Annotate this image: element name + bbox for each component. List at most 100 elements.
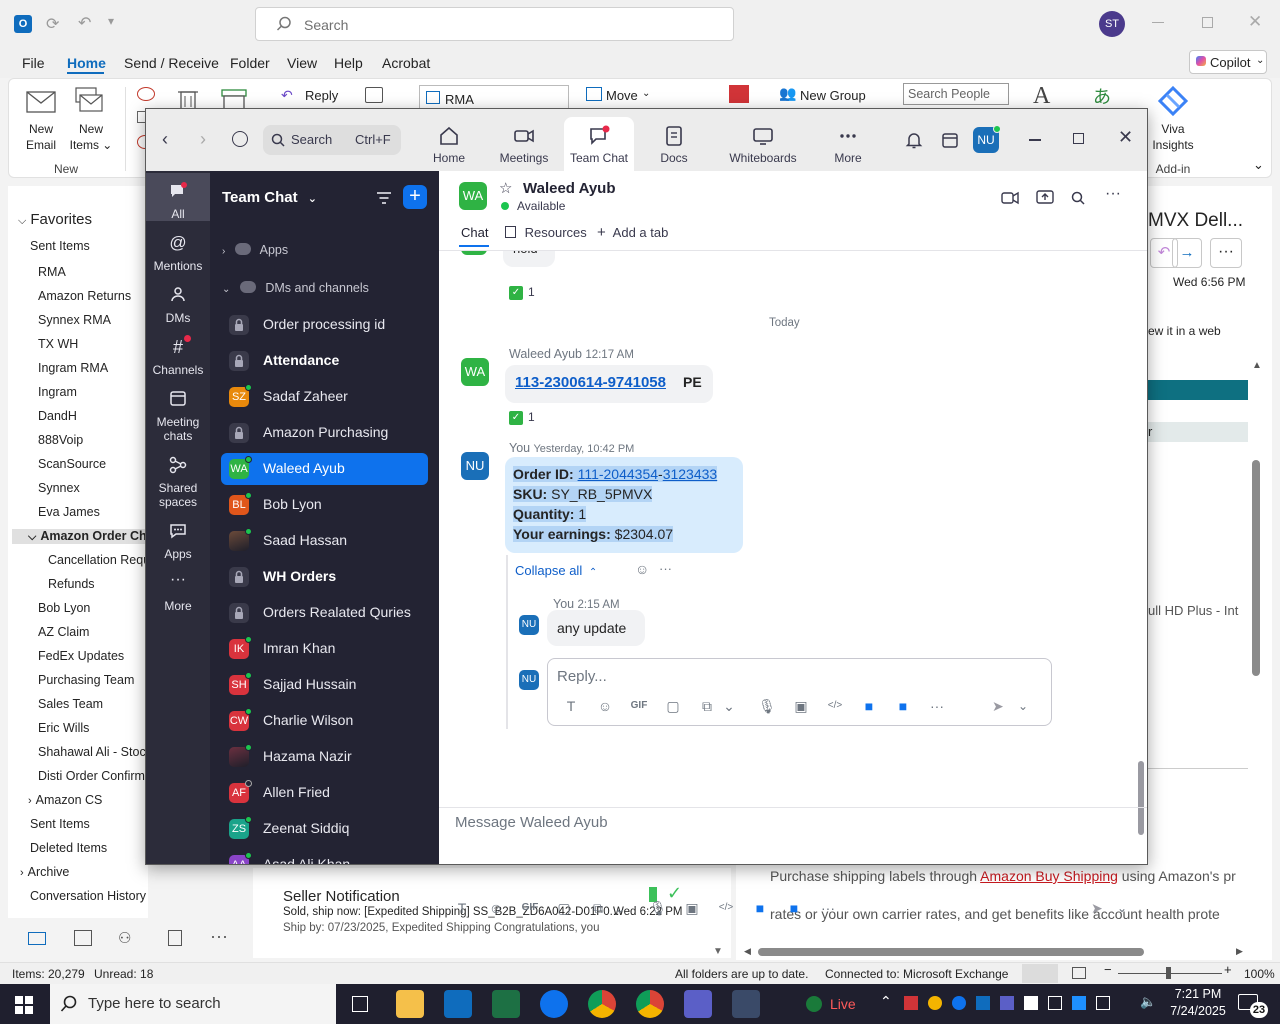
menu-send-receive[interactable]: Send / Receive: [124, 55, 219, 71]
filter-icon[interactable]: [376, 191, 392, 205]
folder-item[interactable]: Synnex RMA: [38, 313, 111, 327]
chevron-right-icon[interactable]: ›: [20, 867, 24, 879]
windows-start-icon[interactable]: [15, 996, 33, 1014]
folder-item[interactable]: Eva James: [38, 505, 100, 519]
folder-item[interactable]: Cancellation Requ: [48, 553, 150, 567]
folder-item[interactable]: Bob Lyon: [38, 601, 90, 615]
reply-bubble[interactable]: any update: [547, 610, 645, 646]
send-icon[interactable]: ➤: [1091, 899, 1109, 917]
reading-scrollbar-thumb[interactable]: [1252, 460, 1260, 676]
folder-item[interactable]: Sales Team: [38, 697, 103, 711]
forward-button[interactable]: →: [1172, 238, 1202, 268]
channel-row[interactable]: Amazon Purchasing: [221, 417, 428, 449]
h-scroll-left-icon[interactable]: ◀: [744, 946, 751, 957]
add-reaction-icon[interactable]: ☺: [635, 561, 649, 577]
ignore-icon[interactable]: [137, 87, 155, 101]
clock-date[interactable]: 7/24/2025: [1162, 1004, 1234, 1018]
reading-view-icon[interactable]: [1072, 967, 1086, 979]
flag-icon[interactable]: [729, 85, 749, 103]
minimize-icon[interactable]: [1029, 139, 1041, 141]
nav-whiteboards[interactable]: Whiteboards: [720, 117, 806, 165]
undo-icon[interactable]: ↶: [78, 13, 91, 33]
rail-shared-spaces[interactable]: Shared spaces: [146, 455, 210, 509]
new-chat-button[interactable]: +: [403, 185, 427, 209]
calendar-module-icon[interactable]: [74, 930, 92, 946]
outlook-search-box[interactable]: Search: [255, 7, 734, 41]
nav-docs[interactable]: Docs: [639, 117, 709, 165]
account-avatar[interactable]: ST: [1099, 11, 1125, 37]
file-icon[interactable]: ▢: [555, 899, 573, 917]
vpn-tray-icon[interactable]: [1072, 996, 1086, 1010]
new-items-button[interactable]: New Items ⌄: [69, 121, 113, 153]
teams-tray-icon[interactable]: [1000, 996, 1014, 1010]
search-people-input[interactable]: Search People: [903, 83, 1009, 105]
ribbon-collapse-icon[interactable]: ⌄: [1253, 157, 1264, 173]
gif-icon[interactable]: GIF: [630, 697, 648, 715]
bell-icon[interactable]: [905, 131, 923, 149]
channel-row[interactable]: Attendance: [221, 345, 428, 377]
tray-chevron-icon[interactable]: ⌃: [880, 993, 892, 1010]
star-icon[interactable]: ☆: [499, 179, 512, 197]
send-icon[interactable]: ➤: [992, 697, 1010, 715]
read-aloud-icon[interactable]: A: [1033, 83, 1050, 110]
menu-acrobat[interactable]: Acrobat: [382, 55, 430, 71]
folder-item[interactable]: Purchasing Team: [38, 673, 134, 687]
rail-apps[interactable]: Apps: [146, 521, 210, 561]
new-email-button[interactable]: New Email: [23, 121, 59, 153]
more-dots-icon[interactable]: ···: [819, 899, 837, 917]
screenshot-icon[interactable]: ⧉: [589, 899, 607, 917]
emoji-icon[interactable]: ☺: [487, 899, 505, 917]
nav-team-chat[interactable]: Team Chat: [564, 117, 634, 171]
chevron-down-icon[interactable]: ⌄: [720, 697, 738, 715]
tasks-module-icon[interactable]: [168, 930, 182, 946]
folder-item[interactable]: › Amazon CS: [28, 793, 102, 807]
section-dms-channels[interactable]: ⌄ DMs and channels: [222, 281, 369, 295]
chrome-profile-app-icon[interactable]: [636, 990, 664, 1018]
sender-avatar[interactable]: WA: [461, 358, 489, 386]
list-scroll-down-icon[interactable]: ▼: [713, 946, 723, 957]
new-group-button[interactable]: 👥 New Group: [779, 85, 889, 107]
text-format-icon[interactable]: T: [562, 697, 580, 715]
back-arrow-icon[interactable]: ‹: [162, 129, 168, 150]
contact-avatar[interactable]: WA: [459, 182, 487, 210]
viva-insights-button[interactable]: Viva Insights: [1151, 121, 1195, 153]
code-snippet-icon[interactable]: </>: [826, 697, 844, 715]
contact-name[interactable]: Waleed Ayub: [523, 180, 616, 197]
my-avatar[interactable]: NU: [519, 670, 539, 690]
teams-app-icon[interactable]: [684, 990, 712, 1018]
folder-item[interactable]: 888Voip: [38, 433, 83, 447]
chat-list-title[interactable]: Team Chat ⌄: [222, 189, 317, 206]
h-scroll-right-icon[interactable]: ▶: [1236, 946, 1243, 957]
my-avatar[interactable]: NU: [461, 452, 489, 480]
menu-file[interactable]: File: [22, 55, 45, 71]
folder-item[interactable]: Refunds: [48, 577, 95, 591]
channel-row[interactable]: WH Orders: [221, 561, 428, 593]
chevron-down-icon[interactable]: ⌄: [1117, 899, 1135, 917]
reaction-checkmark[interactable]: ✓ 1: [509, 285, 535, 305]
channel-row[interactable]: IK Imran Khan: [221, 633, 428, 665]
folder-item[interactable]: AZ Claim: [38, 625, 89, 639]
channel-row[interactable]: WA Waleed Ayub: [221, 453, 428, 485]
chevron-right-icon[interactable]: ›: [28, 795, 32, 807]
copilot-button[interactable]: Copilot ⌄: [1189, 50, 1267, 74]
calculator-app-icon[interactable]: [732, 990, 760, 1018]
gif-icon[interactable]: GIF: [521, 899, 539, 917]
translate-icon[interactable]: あ: [1093, 83, 1111, 109]
message-bubble[interactable]: 113-2300614-9741058 PE: [505, 365, 713, 403]
folder-item[interactable]: Conversation History: [30, 889, 146, 903]
microphone-icon[interactable]: 🎙: [649, 899, 667, 917]
rail-more[interactable]: ··· More: [146, 572, 210, 614]
channel-row[interactable]: SZ Sadaf Zaheer: [221, 381, 428, 413]
folder-item[interactable]: Amazon Returns: [38, 289, 131, 303]
folder-item[interactable]: Deleted Items: [30, 841, 107, 855]
channel-row[interactable]: AF Allen Fried: [221, 777, 428, 809]
calendar-icon[interactable]: [941, 131, 959, 149]
folder-item[interactable]: Sent Items: [30, 239, 90, 253]
live-label[interactable]: Live: [830, 996, 856, 1012]
microphone-icon[interactable]: 🎙: [758, 697, 776, 715]
scroll-up-icon[interactable]: ▲: [1252, 360, 1262, 371]
outlook-tray-icon[interactable]: [976, 996, 990, 1010]
move-button[interactable]: Move ⌄: [584, 85, 664, 107]
message-composer[interactable]: Message Waleed Ayub: [439, 808, 1147, 864]
rail-meeting-chats[interactable]: Meeting chats: [146, 389, 210, 443]
